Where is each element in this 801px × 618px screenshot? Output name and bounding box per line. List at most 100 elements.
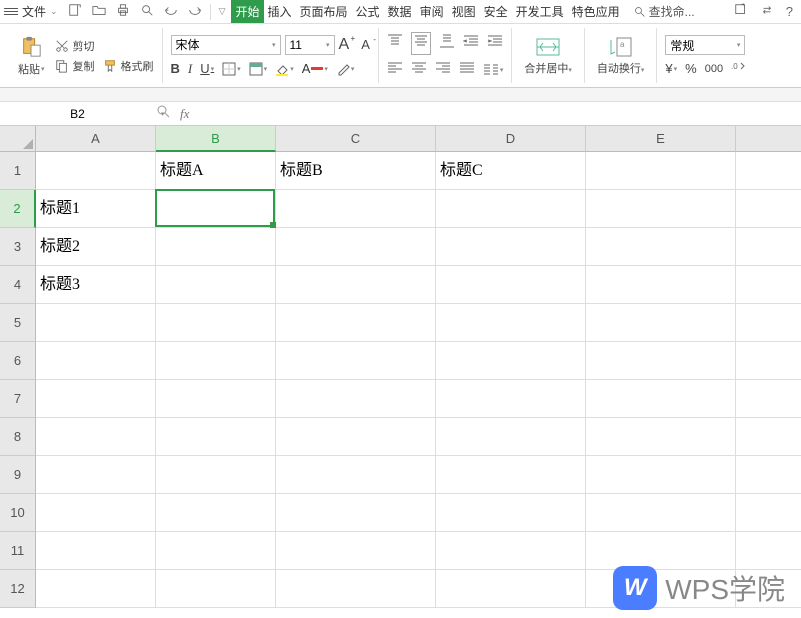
cell-D7[interactable]: [436, 380, 586, 418]
cell-A5[interactable]: [36, 304, 156, 342]
cell-E7[interactable]: [586, 380, 736, 418]
cell-D2[interactable]: [436, 190, 586, 228]
cell-A11[interactable]: [36, 532, 156, 570]
cell-A6[interactable]: [36, 342, 156, 380]
cell-F5[interactable]: [736, 304, 801, 342]
row-header-11[interactable]: 11: [0, 532, 36, 570]
formula-bar-input[interactable]: [205, 102, 801, 125]
cell-F3[interactable]: [736, 228, 801, 266]
transfer-icon[interactable]: [760, 3, 774, 20]
select-all-corner[interactable]: [0, 126, 36, 152]
align-bottom-button[interactable]: [439, 34, 455, 53]
cell-B5[interactable]: [156, 304, 276, 342]
cell-E6[interactable]: [586, 342, 736, 380]
help-icon[interactable]: ?: [786, 4, 793, 19]
underline-button[interactable]: U▾: [200, 61, 214, 76]
cell-C4[interactable]: [276, 266, 436, 304]
cell-F10[interactable]: [736, 494, 801, 532]
cell-D3[interactable]: [436, 228, 586, 266]
cell-F4[interactable]: [736, 266, 801, 304]
cell-C7[interactable]: [276, 380, 436, 418]
ribbon-tab-1[interactable]: 插入: [264, 0, 296, 23]
cell-C10[interactable]: [276, 494, 436, 532]
merge-center-button[interactable]: 合并居中▾: [520, 36, 576, 76]
row-header-2[interactable]: 2: [0, 190, 36, 228]
border-button[interactable]: ▾: [222, 62, 241, 76]
cell-B2[interactable]: [156, 190, 276, 228]
ribbon-tab-3[interactable]: 公式: [352, 0, 384, 23]
align-justify-button[interactable]: [459, 61, 475, 80]
cell-C8[interactable]: [276, 418, 436, 456]
cell-C9[interactable]: [276, 456, 436, 494]
wrap-text-button[interactable]: a 自动换行▾: [593, 36, 649, 76]
cell-C6[interactable]: [276, 342, 436, 380]
cell-D10[interactable]: [436, 494, 586, 532]
ribbon-tab-5[interactable]: 审阅: [416, 0, 448, 23]
fill-color-button[interactable]: ▾: [275, 62, 294, 76]
paste-button[interactable]: 粘贴▾: [14, 33, 49, 79]
cell-F9[interactable]: [736, 456, 801, 494]
cell-D4[interactable]: [436, 266, 586, 304]
cell-A4[interactable]: 标题3: [36, 266, 156, 304]
cell-A1[interactable]: [36, 152, 156, 190]
print-icon[interactable]: [116, 3, 130, 20]
increase-decimal-button[interactable]: .0: [731, 61, 747, 76]
align-left-button[interactable]: [387, 61, 403, 80]
ribbon-tab-8[interactable]: 开发工具: [512, 0, 568, 23]
column-header-D[interactable]: D: [436, 126, 586, 152]
cell-style-button[interactable]: ▾: [249, 62, 268, 76]
cell-D5[interactable]: [436, 304, 586, 342]
cell-B11[interactable]: [156, 532, 276, 570]
cell-B3[interactable]: [156, 228, 276, 266]
ribbon-tab-9[interactable]: 特色应用: [568, 0, 624, 23]
cell-E11[interactable]: [586, 532, 736, 570]
cell-C2[interactable]: [276, 190, 436, 228]
row-header-12[interactable]: 12: [0, 570, 36, 608]
share-icon[interactable]: [734, 3, 748, 20]
cell-D12[interactable]: [436, 570, 586, 608]
cell-B6[interactable]: [156, 342, 276, 380]
ribbon-tab-0[interactable]: 开始: [231, 0, 263, 23]
cell-B7[interactable]: [156, 380, 276, 418]
print-preview-icon[interactable]: [140, 3, 154, 20]
column-header-B[interactable]: B: [156, 126, 276, 152]
row-header-10[interactable]: 10: [0, 494, 36, 532]
cell-C11[interactable]: [276, 532, 436, 570]
cell-A10[interactable]: [36, 494, 156, 532]
row-header-9[interactable]: 9: [0, 456, 36, 494]
number-format-select[interactable]: 常规▾: [665, 35, 745, 55]
cell-E2[interactable]: [586, 190, 736, 228]
font-color-button[interactable]: A▾: [302, 61, 328, 76]
format-painter-button[interactable]: 格式刷: [103, 58, 154, 74]
row-header-8[interactable]: 8: [0, 418, 36, 456]
increase-indent-button[interactable]: [487, 34, 503, 53]
align-top-button[interactable]: [387, 34, 403, 53]
cell-E5[interactable]: [586, 304, 736, 342]
comma-style-button[interactable]: 000: [705, 63, 723, 75]
name-box-input[interactable]: [0, 102, 155, 125]
align-center-button[interactable]: [411, 61, 427, 80]
cell-F11[interactable]: [736, 532, 801, 570]
clear-format-button[interactable]: ▾: [336, 62, 355, 76]
row-header-4[interactable]: 4: [0, 266, 36, 304]
undo-icon[interactable]: [164, 3, 178, 20]
align-middle-button[interactable]: [411, 32, 431, 55]
cell-F2[interactable]: [736, 190, 801, 228]
cell-B4[interactable]: [156, 266, 276, 304]
column-header-F[interactable]: F: [736, 126, 801, 152]
cell-B1[interactable]: 标题A: [156, 152, 276, 190]
cell-E8[interactable]: [586, 418, 736, 456]
cell-B10[interactable]: [156, 494, 276, 532]
cell-B9[interactable]: [156, 456, 276, 494]
cell-D6[interactable]: [436, 342, 586, 380]
cell-A12[interactable]: [36, 570, 156, 608]
row-header-5[interactable]: 5: [0, 304, 36, 342]
cell-D1[interactable]: 标题C: [436, 152, 586, 190]
align-right-button[interactable]: [435, 61, 451, 80]
row-header-7[interactable]: 7: [0, 380, 36, 418]
cell-F8[interactable]: [736, 418, 801, 456]
ribbon-tab-6[interactable]: 视图: [448, 0, 480, 23]
italic-button[interactable]: I: [188, 61, 192, 77]
ribbon-tab-7[interactable]: 安全: [480, 0, 512, 23]
cell-A7[interactable]: [36, 380, 156, 418]
